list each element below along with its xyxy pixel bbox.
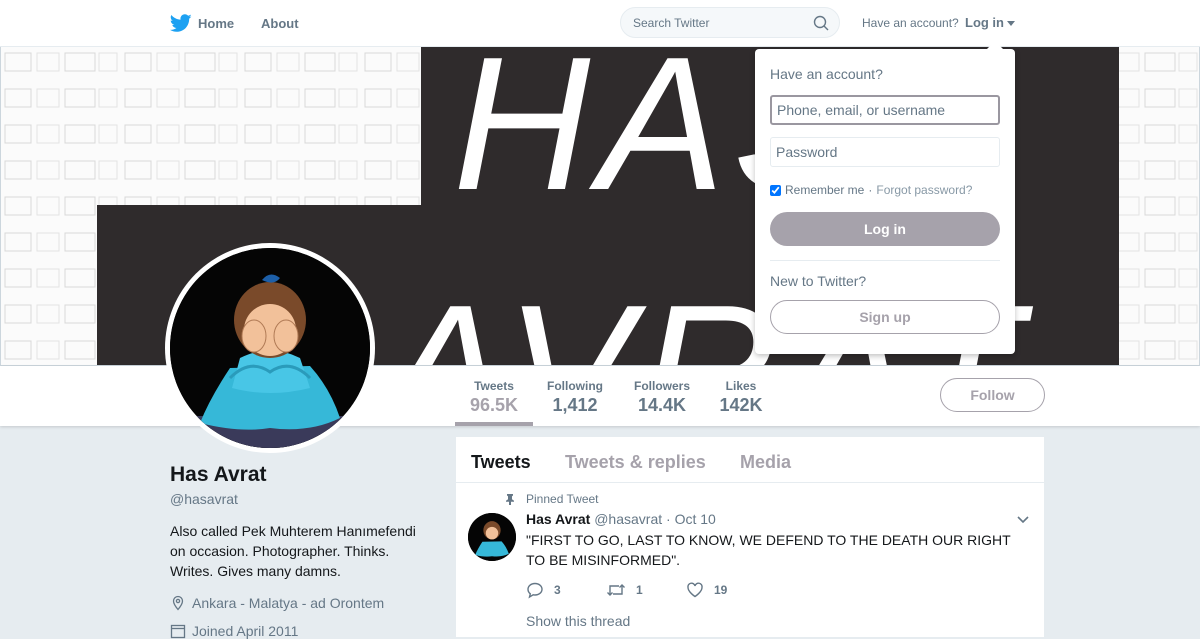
timeline-tabs: Tweets Tweets & replies Media bbox=[456, 437, 1044, 483]
stat-followers-label: Followers bbox=[633, 379, 690, 393]
stat-tweets[interactable]: Tweets 96.5K bbox=[455, 366, 533, 426]
tweet-author-name[interactable]: Has Avrat bbox=[526, 511, 590, 527]
stat-likes-label: Likes bbox=[725, 379, 757, 393]
profile-location-text: Ankara - Malatya - ad Orontem bbox=[192, 595, 385, 611]
stat-tweets-label: Tweets bbox=[474, 379, 514, 393]
twitter-bird-icon bbox=[170, 14, 192, 32]
login-dropdown: Have an account? Remember me · Forgot pa… bbox=[755, 41, 1015, 354]
like-button[interactable]: 19 bbox=[686, 581, 766, 599]
search-icon[interactable] bbox=[813, 15, 829, 31]
caret-down-icon bbox=[1007, 20, 1015, 26]
dropdown-divider bbox=[770, 260, 1000, 261]
show-thread-link[interactable]: Show this thread bbox=[526, 613, 630, 629]
stat-likes[interactable]: Likes 142K bbox=[711, 366, 771, 426]
avatar-image bbox=[170, 248, 370, 448]
reply-button[interactable]: 3 bbox=[526, 581, 606, 599]
retweet-icon bbox=[607, 584, 625, 596]
new-to-twitter-text: New to Twitter? bbox=[770, 273, 867, 289]
nav-home-label: Home bbox=[198, 15, 235, 31]
username-field[interactable] bbox=[770, 95, 1000, 125]
stat-following-label: Following bbox=[547, 379, 603, 393]
stat-likes-value: 142K bbox=[719, 395, 763, 415]
tweet-separator-dot: · bbox=[666, 511, 671, 527]
tweet-text: "FIRST TO GO, LAST TO KNOW, WE DEFEND TO… bbox=[526, 532, 1011, 568]
profile-bio: Also called Pek Muhterem Hanımefendi on … bbox=[170, 523, 416, 579]
reply-count: 3 bbox=[554, 583, 561, 597]
tab-media[interactable]: Media bbox=[740, 452, 791, 473]
like-count: 19 bbox=[714, 583, 728, 597]
password-field[interactable] bbox=[770, 137, 1000, 167]
tweet-header: Has Avrat @hasavrat · Oct 10 bbox=[526, 511, 716, 527]
calendar-icon bbox=[170, 624, 186, 639]
tab-tweets-replies[interactable]: Tweets & replies bbox=[565, 452, 706, 473]
timeline: Tweets Tweets & replies Media Pinned Twe… bbox=[456, 437, 1044, 637]
stat-followers[interactable]: Followers 14.4K bbox=[627, 366, 697, 426]
login-dropdown-title: Have an account? bbox=[770, 66, 883, 82]
remember-row: Remember me · Forgot password? bbox=[770, 183, 972, 197]
login-button[interactable]: Log in bbox=[770, 212, 1000, 246]
have-account-text: Have an account? bbox=[862, 16, 959, 30]
tweet-avatar-image bbox=[468, 513, 516, 561]
nav-about-link[interactable]: About bbox=[261, 16, 299, 31]
remember-me-label[interactable]: Remember me bbox=[785, 183, 864, 197]
tweet-actions: 3 1 19 bbox=[526, 581, 766, 599]
search-input[interactable] bbox=[633, 14, 803, 32]
profile-avatar[interactable] bbox=[165, 243, 375, 453]
remember-separator: · bbox=[868, 183, 873, 197]
login-link-label: Log in bbox=[965, 15, 1004, 30]
nav-home-link[interactable]: Home bbox=[170, 12, 234, 34]
tab-tweets[interactable]: Tweets bbox=[471, 452, 531, 473]
dropdown-arrow bbox=[987, 41, 1003, 49]
profile-joined: Joined April 2011 bbox=[170, 623, 298, 639]
stat-following-value: 1,412 bbox=[552, 395, 598, 415]
profile-handle[interactable]: @hasavrat bbox=[170, 491, 238, 507]
stat-tweets-value: 96.5K bbox=[469, 395, 519, 415]
pinned-tweet-text: Pinned Tweet bbox=[526, 492, 599, 506]
profile-joined-text: Joined April 2011 bbox=[192, 623, 299, 639]
login-dropdown-toggle[interactable]: Log in bbox=[965, 15, 1015, 30]
reply-icon bbox=[527, 582, 543, 599]
profile-name[interactable]: Has Avrat bbox=[170, 463, 267, 487]
profile-location: Ankara - Malatya - ad Orontem bbox=[170, 595, 384, 611]
pinned-tweet-label: Pinned Tweet bbox=[504, 492, 599, 506]
pin-icon bbox=[506, 494, 514, 505]
top-nav: Home About Have an account? Log in bbox=[0, 0, 1200, 47]
follow-button[interactable]: Follow bbox=[940, 378, 1045, 412]
tweet-date[interactable]: Oct 10 bbox=[675, 511, 716, 527]
stat-following[interactable]: Following 1,412 bbox=[540, 366, 610, 426]
remember-me-checkbox[interactable] bbox=[770, 184, 781, 196]
retweet-count: 1 bbox=[636, 583, 643, 597]
heart-icon bbox=[687, 582, 703, 598]
location-pin-icon bbox=[172, 595, 184, 611]
chevron-down-icon[interactable] bbox=[1016, 515, 1030, 525]
stat-followers-value: 14.4K bbox=[637, 395, 687, 415]
forgot-password-link[interactable]: Forgot password? bbox=[876, 183, 972, 197]
tweet-avatar[interactable] bbox=[468, 513, 516, 561]
retweet-button[interactable]: 1 bbox=[606, 581, 686, 599]
signup-button[interactable]: Sign up bbox=[770, 300, 1000, 334]
search-box bbox=[620, 7, 840, 38]
tweet-author-handle[interactable]: @hasavrat bbox=[594, 511, 662, 527]
